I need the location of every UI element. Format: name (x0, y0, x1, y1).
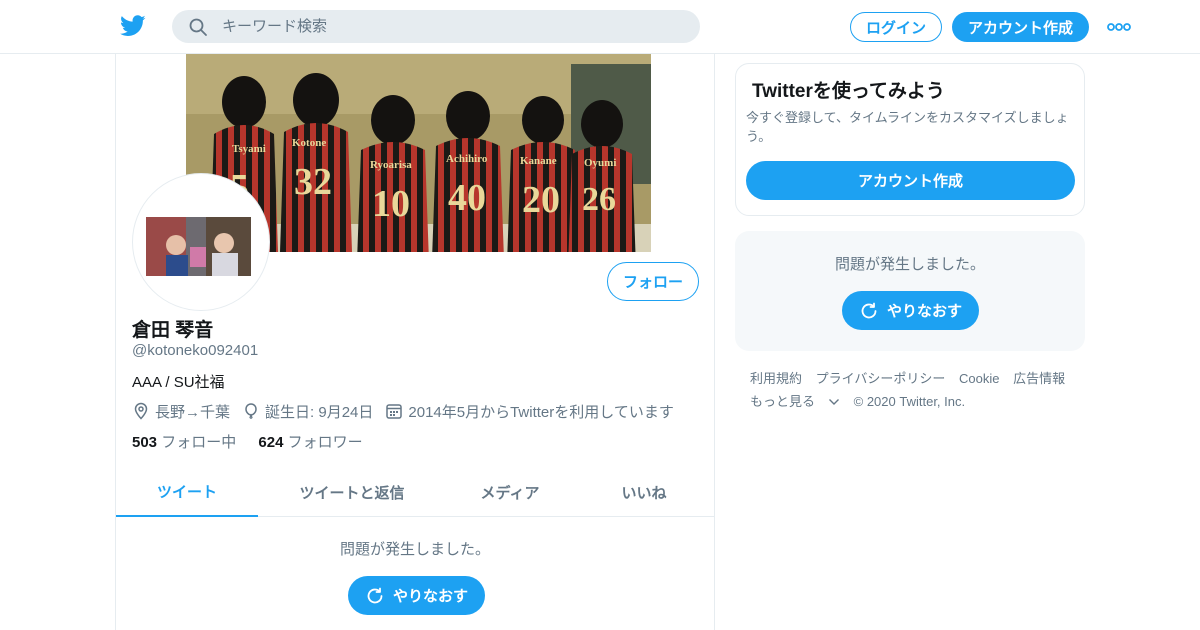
top-navigation-bar: ログイン アカウント作成 (0, 0, 1200, 54)
location-pin-icon (134, 402, 148, 420)
jersey-number: 10 (372, 183, 410, 225)
avatar-photo (146, 217, 251, 276)
profile-meta: 長野→千葉 誕生日: 9月24日 2014年5月からTwitterを利用していま… (132, 400, 686, 422)
search-bar[interactable] (172, 10, 700, 43)
twitter-bird-icon[interactable] (120, 14, 146, 38)
calendar-icon (386, 404, 403, 419)
footer-link-privacy[interactable]: プライバシーポリシー (816, 371, 946, 386)
sidebar-retry-button[interactable]: やりなおす (842, 291, 979, 330)
footer-link-cookie[interactable]: Cookie (959, 371, 999, 386)
joined-text: 2014年5月からTwitterを利用しています (408, 403, 674, 421)
jersey-number: 40 (448, 177, 486, 219)
followers-stat[interactable]: 624 フォロワー (258, 434, 362, 451)
jersey-name: Kotone (292, 137, 326, 149)
retry-label: やりなおす (886, 303, 962, 320)
tab-tweets-and-replies[interactable]: ツイートと返信 (258, 467, 446, 517)
copyright-text: © 2020 Twitter, Inc. (853, 394, 966, 409)
footer-row: 利用規約 プライバシーポリシー Cookie 広告情報 (750, 367, 1080, 390)
sidebar-error-message: 問題が発生しました。 (834, 256, 985, 273)
signup-button[interactable]: アカウント作成 (952, 12, 1089, 42)
profile-tabs: ツイート ツイートと返信 メディア いいね (116, 467, 714, 517)
chevron-down-icon (829, 399, 840, 405)
profile-column: Tsyami 5 Kotone 32 Ryoarisa 10 Achihiro … (115, 54, 715, 630)
jersey-number: 20 (522, 179, 560, 221)
promo-signup-button[interactable]: アカウント作成 (746, 161, 1075, 200)
following-stat[interactable]: 503 フォロー中 (132, 434, 236, 451)
location-item: 長野→千葉 (132, 401, 230, 422)
profile-bio: AAA / SU社福 (132, 374, 225, 391)
tab-tweets[interactable]: ツイート (116, 467, 258, 517)
birthday-item: 誕生日: 9月24日 (242, 401, 373, 422)
jersey-name: Kanane (520, 155, 557, 167)
profile-handle[interactable]: @kotoneko092401 (132, 342, 258, 359)
joined-item: 2014年5月からTwitterを利用しています (385, 401, 674, 422)
footer-links: 利用規約 プライバシーポリシー Cookie 広告情報 もっと見る © 2020… (750, 367, 1080, 413)
footer-more-link[interactable]: もっと見る (750, 394, 840, 409)
balloon-icon (245, 403, 257, 419)
jersey-number: 26 (582, 181, 616, 218)
footer-link-terms[interactable]: 利用規約 (750, 371, 802, 386)
location-text: 長野→千葉 (155, 403, 231, 421)
profile-stats: 503 フォロー中 624 フォロワー (132, 431, 381, 452)
signup-promo-card: Twitterを使ってみよう 今すぐ登録して、タイムラインをカスタマイズしましょ… (735, 63, 1085, 216)
tab-likes[interactable]: いいね (574, 467, 714, 517)
profile-name: 倉田 琴音 (132, 320, 214, 341)
tab-media[interactable]: メディア (446, 467, 574, 517)
timeline-error-message: 問題が発生しました。 (339, 541, 490, 558)
birthday-text: 誕生日: 9月24日 (265, 403, 374, 421)
footer-link-ads[interactable]: 広告情報 (1013, 371, 1065, 386)
login-button[interactable]: ログイン (850, 12, 942, 42)
promo-description: 今すぐ登録して、タイムラインをカスタマイズしましょう。 (746, 110, 1069, 144)
refresh-icon (367, 587, 383, 603)
jersey-number: 32 (294, 161, 332, 203)
followers-label: フォロワー (287, 434, 363, 451)
following-count: 503 (132, 434, 158, 451)
followers-count: 624 (258, 434, 284, 451)
follow-button[interactable]: フォロー (607, 262, 699, 301)
footer-row: もっと見る © 2020 Twitter, Inc. (750, 390, 1080, 413)
jersey-name: Ryoarisa (370, 159, 412, 171)
avatar[interactable] (132, 173, 270, 311)
jersey-name: Achihiro (446, 153, 488, 165)
promo-title: Twitterを使ってみよう (752, 81, 945, 102)
following-label: フォロー中 (161, 434, 237, 451)
timeline-retry-button[interactable]: やりなおす (348, 576, 485, 615)
jersey-name: Tsyami (232, 143, 266, 155)
retry-label: やりなおす (392, 588, 468, 605)
jersey-name: Oyumi (584, 157, 616, 169)
more-options-icon[interactable] (1106, 18, 1132, 36)
search-icon (189, 18, 207, 36)
more-label: もっと見る (750, 394, 816, 409)
refresh-icon (861, 302, 877, 318)
search-input[interactable] (222, 10, 682, 43)
sidebar-error-box: 問題が発生しました。 やりなおす (735, 231, 1085, 351)
